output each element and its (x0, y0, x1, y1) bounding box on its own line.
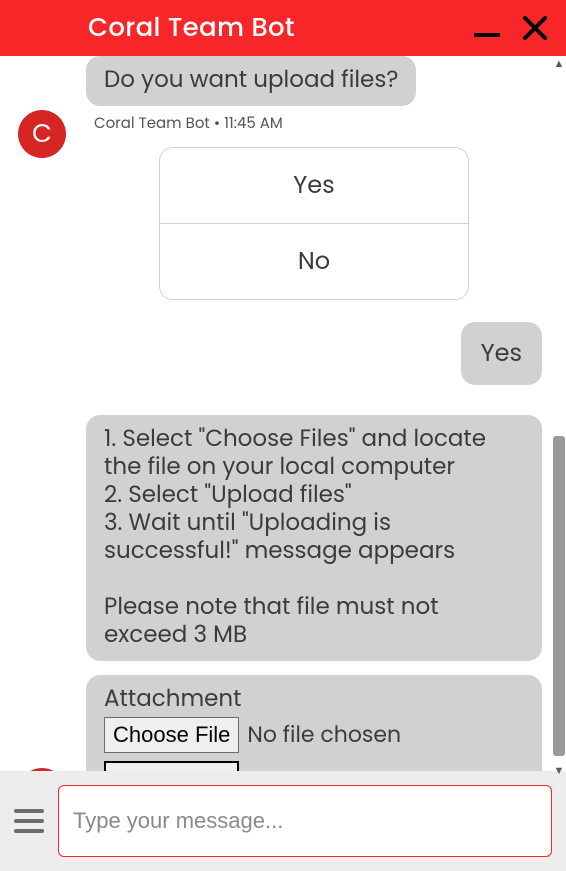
minimize-icon[interactable] (474, 33, 500, 37)
bot-avatar: C (18, 768, 66, 771)
user-message-text: Yes (481, 337, 522, 370)
scroll-down-icon[interactable]: ▼ (553, 763, 565, 777)
sender-name: Coral Team Bot (94, 113, 210, 134)
bot-avatar: C (18, 110, 66, 158)
instructions-bubble: 1. Select "Choose Files" and locate the … (86, 415, 542, 661)
chat-header: Coral Team Bot (0, 0, 566, 56)
quick-reply-options: Yes No (159, 147, 469, 300)
bot-message-text: Do you want upload files? (104, 64, 398, 96)
scroll-up-icon[interactable]: ▲ (553, 56, 565, 70)
no-file-label: No file chosen (247, 722, 401, 749)
user-message-row: Yes (18, 322, 542, 385)
choose-file-button[interactable]: Choose File (104, 717, 239, 753)
scroll-thumb[interactable] (553, 436, 565, 756)
bot-message-group: Do you want upload files? Coral Team Bot… (86, 56, 542, 300)
option-no[interactable]: No (160, 223, 468, 299)
message-time: 11:45 AM (224, 113, 283, 134)
option-yes[interactable]: Yes (160, 148, 468, 223)
header-controls (474, 15, 548, 41)
close-icon[interactable] (522, 15, 548, 41)
message-meta: Coral Team Bot • 11:45 AM (94, 112, 542, 135)
upload-files-button[interactable]: Upload files (104, 761, 239, 771)
attachment-bubble: Attachment Choose File No file chosen Up… (86, 675, 542, 771)
chat-area: C Do you want upload files? Coral Team B… (0, 56, 566, 771)
scrollbar[interactable]: ▲ ▼ (553, 56, 565, 777)
user-message-bubble: Yes (461, 322, 542, 385)
upload-row: Upload files (104, 761, 524, 771)
file-input-row: Choose File No file chosen (104, 717, 524, 753)
message-input[interactable] (58, 785, 552, 857)
chat-title: Coral Team Bot (88, 9, 295, 48)
attachment-title: Attachment (104, 685, 524, 713)
avatar-letter: C (32, 115, 52, 154)
bot-message-bubble: Do you want upload files? (86, 56, 416, 106)
menu-icon[interactable] (14, 805, 44, 837)
bot-message-group: 1. Select "Choose Files" and locate the … (86, 415, 542, 771)
composer (0, 771, 566, 871)
